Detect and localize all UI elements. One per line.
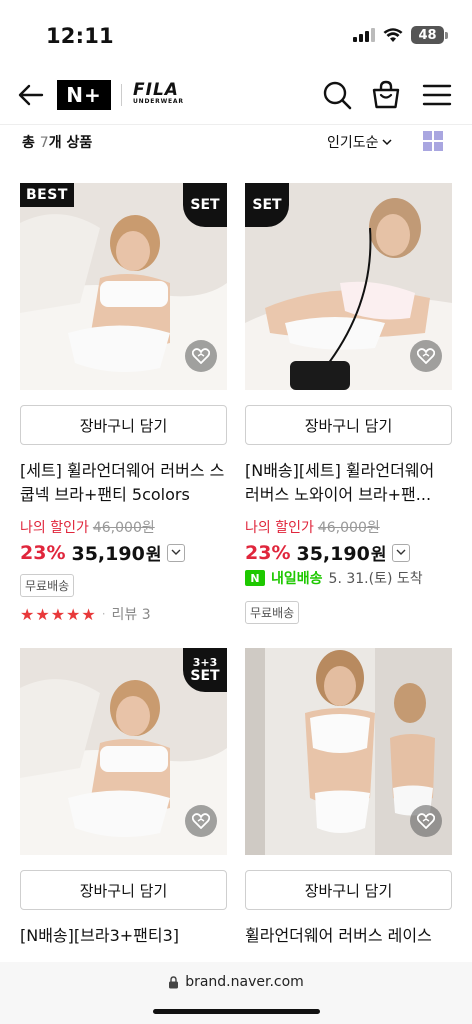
add-to-cart-button[interactable]: 장바구니 담기 bbox=[245, 870, 452, 910]
price-line: 23% 35,190원 bbox=[20, 540, 186, 565]
wishlist-heart-icon[interactable] bbox=[410, 340, 442, 372]
set-badge: 3+3 SET bbox=[183, 648, 227, 692]
discount-rate: 23% bbox=[245, 541, 291, 564]
rating: ★ ★ ★ ★ ★ · 리뷰 3 bbox=[20, 604, 151, 624]
product-image[interactable]: 3+3 SET bbox=[20, 648, 227, 855]
discount-line: 나의 할인가 46,000원 bbox=[20, 520, 155, 536]
best-badge: BEST bbox=[20, 183, 74, 207]
nav-bar: N+ FILA UNDERWEAR bbox=[0, 66, 472, 124]
wishlist-heart-icon[interactable] bbox=[185, 340, 217, 372]
url-display[interactable]: brand.naver.com bbox=[0, 974, 472, 990]
nplus-logo[interactable]: N+ bbox=[57, 80, 111, 110]
set-badge: SET bbox=[245, 183, 289, 227]
product-image[interactable]: BEST SET bbox=[20, 183, 227, 390]
delivery-label: 내일배송 bbox=[271, 571, 323, 587]
chevron-down-icon[interactable] bbox=[167, 543, 186, 562]
price-line: 23% 35,190원 bbox=[245, 540, 411, 565]
product-title[interactable]: 휠라언더웨어 러버스 레이스 bbox=[245, 924, 452, 950]
battery-icon: 48 bbox=[411, 26, 448, 44]
naver-delivery-icon: N bbox=[245, 570, 265, 586]
hamburger-menu-icon[interactable] bbox=[421, 79, 453, 111]
original-price: 46,000원 bbox=[317, 520, 380, 536]
product-title[interactable]: [세트] 휠라언더웨어 러버스 스쿱넥 브라+팬티 5colors bbox=[20, 459, 227, 507]
star-icon: ★ bbox=[20, 604, 35, 624]
back-arrow-icon[interactable] bbox=[16, 80, 46, 110]
product-image[interactable]: SET bbox=[245, 183, 452, 390]
discount-rate: 23% bbox=[20, 541, 66, 564]
set-badge: SET bbox=[183, 183, 227, 227]
home-indicator[interactable] bbox=[153, 1009, 320, 1014]
brand-name: FILA bbox=[133, 80, 179, 100]
star-icon: ★ bbox=[35, 604, 50, 624]
battery-level: 48 bbox=[411, 26, 444, 44]
status-icons: 48 bbox=[353, 26, 448, 44]
fila-underwear-logo[interactable]: FILA UNDERWEAR bbox=[133, 80, 184, 106]
star-icon: ★ bbox=[66, 604, 81, 624]
sort-label: 인기도순 bbox=[327, 135, 379, 151]
free-shipping-tag: 무료배송 bbox=[20, 574, 75, 597]
star-icon: ★ bbox=[50, 604, 66, 624]
lock-icon bbox=[169, 975, 179, 988]
search-icon[interactable] bbox=[321, 79, 353, 111]
discount-line: 나의 할인가 46,000원 bbox=[245, 520, 380, 536]
review-count[interactable]: 리뷰 3 bbox=[112, 604, 151, 624]
product-title[interactable]: [N배송][세트] 휠라언더웨어 러버스 노와이어 브라+팬... bbox=[245, 459, 452, 507]
add-to-cart-button[interactable]: 장바구니 담기 bbox=[20, 870, 227, 910]
logo-divider bbox=[121, 84, 122, 106]
original-price: 46,000원 bbox=[92, 520, 155, 536]
wishlist-heart-icon[interactable] bbox=[185, 805, 217, 837]
shopping-bag-icon[interactable] bbox=[370, 79, 402, 111]
delivery-info: N 내일배송 5. 31.(토) 도착 bbox=[245, 568, 423, 588]
product-title[interactable]: [N배송][브라3+팬티3] bbox=[20, 924, 227, 950]
wishlist-heart-icon[interactable] bbox=[410, 805, 442, 837]
grid-view-icon[interactable] bbox=[423, 131, 443, 151]
product-count: 총 7개 상품 bbox=[22, 135, 93, 151]
add-to-cart-button[interactable]: 장바구니 담기 bbox=[245, 405, 452, 445]
free-shipping-tag: 무료배송 bbox=[245, 601, 300, 624]
product-image[interactable] bbox=[245, 648, 452, 855]
status-time: 12:11 bbox=[46, 24, 114, 48]
sort-dropdown[interactable]: 인기도순 bbox=[327, 132, 392, 152]
chevron-down-icon[interactable] bbox=[392, 543, 411, 562]
cellular-signal-icon bbox=[353, 28, 375, 42]
star-icon: ★ bbox=[81, 604, 96, 624]
delivery-date: 5. 31.(토) 도착 bbox=[328, 571, 423, 587]
wifi-icon bbox=[383, 27, 403, 42]
browser-url-bar[interactable]: brand.naver.com bbox=[0, 962, 472, 1024]
sale-price: 35,190원 bbox=[71, 543, 162, 565]
sale-price: 35,190원 bbox=[296, 543, 387, 565]
chevron-down-icon bbox=[382, 139, 392, 146]
url-text: brand.naver.com bbox=[185, 974, 304, 990]
filter-bar: 총 7개 상품 인기도순 bbox=[0, 124, 472, 160]
add-to-cart-button[interactable]: 장바구니 담기 bbox=[20, 405, 227, 445]
status-bar: 12:11 48 bbox=[0, 0, 472, 62]
brand-subname: UNDERWEAR bbox=[133, 98, 184, 105]
